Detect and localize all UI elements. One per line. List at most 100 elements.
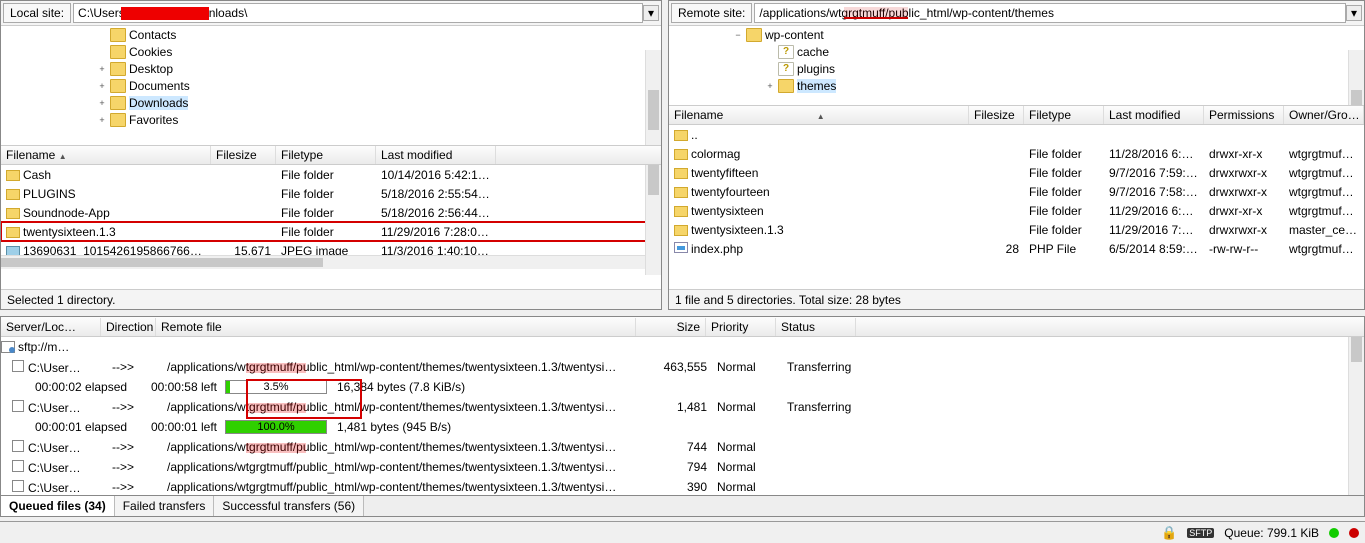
tree-item[interactable]: +Documents xyxy=(1,77,661,94)
file-cell: twentysixteen.1.3 xyxy=(1,224,211,240)
column-header[interactable]: Remote file xyxy=(156,318,636,336)
file-cell xyxy=(1024,134,1104,136)
tree-expander-icon[interactable]: − xyxy=(733,30,743,40)
scrollbar-icon[interactable] xyxy=(645,50,661,145)
file-row[interactable]: twentyfourteenFile folder9/7/2016 7:58:5… xyxy=(669,182,1364,201)
scrollbar-icon[interactable] xyxy=(1,255,645,269)
column-header[interactable]: Size xyxy=(636,318,706,336)
local-file-list[interactable]: Filename ▲FilesizeFiletypeLast modified … xyxy=(1,146,661,289)
file-cell xyxy=(211,174,276,176)
queue-cell: /applications/wtgrgtmuff/public_html/wp-… xyxy=(162,439,642,455)
column-header[interactable]: Status xyxy=(776,318,856,336)
file-row[interactable]: twentysixteenFile folder11/29/2016 6:3…d… xyxy=(669,201,1364,220)
activity-led-icon xyxy=(1349,528,1359,538)
file-cell: drwxrwxr-x xyxy=(1204,222,1284,238)
column-header[interactable]: Filename ▲ xyxy=(669,106,969,124)
queue-cell xyxy=(782,446,862,448)
tree-item[interactable]: +Downloads xyxy=(1,94,661,111)
column-header[interactable]: Filetype xyxy=(276,146,376,164)
file-cell: index.php xyxy=(669,241,969,257)
scrollbar-icon[interactable] xyxy=(1348,50,1364,105)
queue-cell: /applications/wtgrgtmuff/public_html/wp-… xyxy=(162,399,642,415)
queue-tab[interactable]: Queued files (34) xyxy=(1,496,115,516)
local-folder-tree[interactable]: Contacts Cookies + Desktop+Documents+Downlo… xyxy=(1,26,661,146)
column-header[interactable]: Filetype xyxy=(1024,106,1104,124)
remote-file-list[interactable]: Filename ▲FilesizeFiletypeLast modifiedP… xyxy=(669,106,1364,289)
column-header[interactable]: Filesize xyxy=(969,106,1024,124)
file-row[interactable]: twentyfifteenFile folder9/7/2016 7:59:0…… xyxy=(669,163,1364,182)
remote-path-dropdown-icon[interactable]: ▾ xyxy=(1346,5,1362,21)
checkbox-icon[interactable] xyxy=(12,440,24,452)
tree-item-label: Cookies xyxy=(129,45,172,59)
checkbox-icon[interactable] xyxy=(12,400,24,412)
sftp-badge-icon: SFTP xyxy=(1187,528,1214,538)
checkbox-icon[interactable] xyxy=(12,460,24,472)
file-row[interactable]: colormagFile folder11/28/2016 6:0…drwxr-… xyxy=(669,144,1364,163)
column-header[interactable]: Last modified xyxy=(376,146,496,164)
file-cell xyxy=(969,210,1024,212)
column-header[interactable]: Direction xyxy=(101,318,156,336)
file-cell: 11/29/2016 6:3… xyxy=(1104,203,1204,219)
local-pane: Local site: ▾ ContactsCookies+Desktop+Do… xyxy=(0,0,662,310)
queue-cell: 463,555 xyxy=(642,359,712,375)
queue-server-row[interactable]: sftp://m… xyxy=(1,337,1364,357)
file-cell: colormag xyxy=(669,146,969,162)
file-cell: 10/14/2016 5:42:15… xyxy=(376,167,496,183)
column-header[interactable]: Server/Loc… xyxy=(1,318,101,336)
file-cell: 11/29/2016 7:2… xyxy=(1104,222,1204,238)
file-row[interactable]: PLUGINSFile folder5/18/2016 2:55:54 … xyxy=(1,184,661,203)
tree-item[interactable]: ?cache xyxy=(669,43,1364,60)
tree-item[interactable]: Cookies xyxy=(1,43,661,60)
file-row[interactable]: Soundnode-AppFile folder5/18/2016 2:56:4… xyxy=(1,203,661,222)
progress-bar: 3.5% xyxy=(225,380,327,394)
file-row[interactable]: CashFile folder10/14/2016 5:42:15… xyxy=(1,165,661,184)
queue-item[interactable]: C:\User…-->>/applications/wtgrgtmuff/pub… xyxy=(1,357,1364,377)
tree-expander-icon[interactable]: + xyxy=(765,81,775,91)
file-row[interactable]: twentysixteen.1.3File folder11/29/2016 7… xyxy=(669,220,1364,239)
tree-item[interactable]: Contacts xyxy=(1,26,661,43)
file-cell xyxy=(211,212,276,214)
file-row[interactable]: .. xyxy=(669,125,1364,144)
file-cell: wtgrgtmuf… xyxy=(1284,165,1364,181)
tree-item[interactable]: +themes xyxy=(669,77,1364,94)
tree-item[interactable]: ?plugins xyxy=(669,60,1364,77)
tree-item-label: Desktop xyxy=(129,62,173,76)
file-cell: 11/29/2016 7:28:00… xyxy=(376,224,496,240)
file-row[interactable]: twentysixteen.1.3File folder11/29/2016 7… xyxy=(1,222,661,241)
column-header[interactable]: Filesize xyxy=(211,146,276,164)
local-path-dropdown-icon[interactable]: ▾ xyxy=(643,5,659,21)
queue-tab[interactable]: Successful transfers (56) xyxy=(214,496,364,516)
remote-folder-tree[interactable]: −wp-content?cache?plugins+themes xyxy=(669,26,1364,106)
queue-item[interactable]: C:\User…-->>/applications/wtgrgtmuff/pub… xyxy=(1,437,1364,457)
queue-tab[interactable]: Failed transfers xyxy=(115,496,215,516)
file-cell: 28 xyxy=(969,241,1024,257)
transfer-rate-label: 16,384 bytes (7.8 KiB/s) xyxy=(337,380,465,394)
column-header[interactable]: Priority xyxy=(706,318,776,336)
tree-expander-icon[interactable]: + xyxy=(97,98,107,108)
file-row[interactable]: index.php28PHP File6/5/2014 8:59:1…-rw-r… xyxy=(669,239,1364,258)
column-header[interactable]: Owner/Gro… xyxy=(1284,106,1364,124)
tree-item[interactable]: + Desktop xyxy=(1,60,661,77)
file-cell: -rw-rw-r-- xyxy=(1204,241,1284,257)
tree-expander-icon[interactable]: + xyxy=(97,81,107,91)
tree-item[interactable]: +Favorites xyxy=(1,111,661,128)
queue-cell: /applications/wtgrgtmuff/public_html/wp-… xyxy=(162,359,642,375)
file-cell: File folder xyxy=(1024,184,1104,200)
scrollbar-icon[interactable] xyxy=(645,165,661,275)
queue-item[interactable]: C:\User…-->>/applications/wtgrgtmuff/pub… xyxy=(1,457,1364,477)
checkbox-icon[interactable] xyxy=(12,480,24,492)
queue-item[interactable]: C:\User…-->>/applications/wtgrgtmuff/pub… xyxy=(1,477,1364,496)
scrollbar-icon[interactable] xyxy=(1348,337,1364,495)
tree-expander-icon[interactable]: + xyxy=(97,115,107,125)
queue-item[interactable]: C:\User…-->>/applications/wtgrgtmuff/pub… xyxy=(1,397,1364,417)
queue-cell: 390 xyxy=(642,479,712,495)
column-header[interactable]: Filename ▲ xyxy=(1,146,211,164)
tree-expander-icon[interactable]: + xyxy=(97,64,107,74)
column-header[interactable]: Permissions xyxy=(1204,106,1284,124)
checkbox-icon[interactable] xyxy=(12,360,24,372)
tree-item[interactable]: −wp-content xyxy=(669,26,1364,43)
queue-cell: Normal xyxy=(712,359,782,375)
file-cell: twentyfifteen xyxy=(669,165,969,181)
queue-tabs: Queued files (34)Failed transfersSuccess… xyxy=(0,496,1365,517)
column-header[interactable]: Last modified xyxy=(1104,106,1204,124)
